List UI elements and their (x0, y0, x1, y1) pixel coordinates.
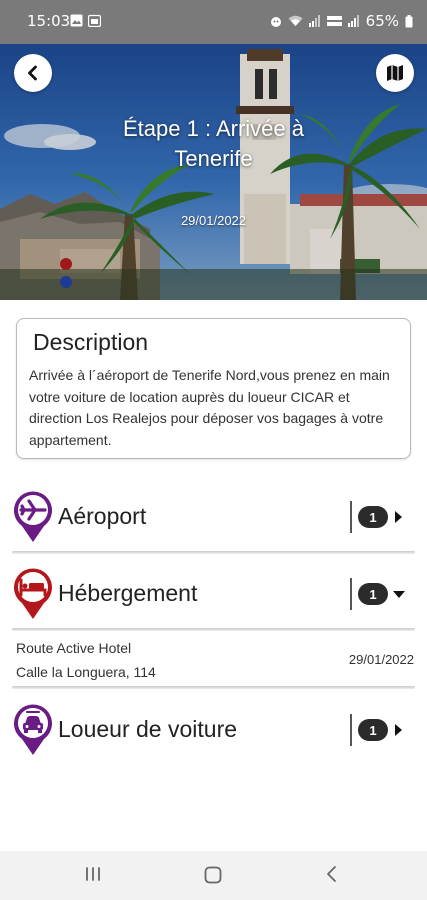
calendar-icon (88, 14, 101, 27)
hotel-item[interactable]: Route Active Hotel Calle la Longuera, 11… (0, 632, 427, 688)
alarm-icon (270, 16, 281, 27)
chevron-right-icon (395, 511, 402, 523)
volte-icon (326, 16, 342, 26)
description-text: Arrivée à l´aéroport de Tenerife Nord,vo… (29, 367, 390, 448)
hotel-name: Route Active Hotel (16, 640, 132, 656)
back-icon[interactable] (324, 865, 340, 883)
status-bar: 15:03 65% (0, 0, 427, 44)
chevron-left-icon (28, 65, 37, 81)
stage-date: 29/01/2022 (180, 213, 247, 228)
hero-banner: Étape 1 : Arrivée à Tenerife 29/01/2022 (0, 44, 427, 300)
battery-icon (405, 14, 413, 27)
image-icon (70, 14, 83, 27)
description-card: Description Arrivée à l´aéroport de Tene… (16, 318, 411, 459)
hotel-address: Calle la Longuera, 114 (16, 664, 156, 680)
divider (12, 686, 415, 689)
stage-title: Étape 1 : Arrivée à Tenerife (123, 116, 304, 171)
divider (12, 628, 415, 631)
category-row-aeroport[interactable]: Aéroport 1 (0, 483, 427, 553)
battery-percent: 65% (365, 12, 399, 30)
airplane-icon (14, 491, 52, 542)
count-badge: 1 (358, 719, 388, 741)
category-row-loueur-de-voiture[interactable]: Loueur de voiture 1 (0, 696, 427, 766)
divider (350, 578, 352, 610)
category-label: Loueur de voiture (58, 716, 238, 742)
wifi-icon (288, 15, 303, 26)
divider (350, 714, 352, 746)
divider (12, 551, 415, 554)
signal-icon (347, 15, 359, 27)
category-row-hebergement[interactable]: Hébergement 1 (0, 560, 427, 630)
recent-apps-icon[interactable] (84, 865, 102, 883)
count-badge: 1 (358, 583, 388, 605)
chevron-down-icon (393, 591, 405, 598)
car-icon (14, 704, 52, 755)
hotel-date: 29/01/2022 (348, 652, 414, 667)
description-title: Description (33, 329, 149, 355)
chevron-right-icon (395, 724, 402, 736)
map-button[interactable] (376, 54, 414, 92)
map-icon (387, 65, 403, 81)
count-badge: 1 (358, 506, 388, 528)
category-label: Hébergement (58, 580, 198, 606)
status-time: 15:03 (27, 12, 71, 30)
signal-icon (308, 15, 320, 27)
bed-icon (14, 568, 52, 619)
category-label: Aéroport (58, 503, 147, 529)
home-icon[interactable] (203, 865, 223, 885)
divider (350, 501, 352, 533)
system-nav-bar (0, 851, 427, 900)
back-button[interactable] (14, 54, 52, 92)
